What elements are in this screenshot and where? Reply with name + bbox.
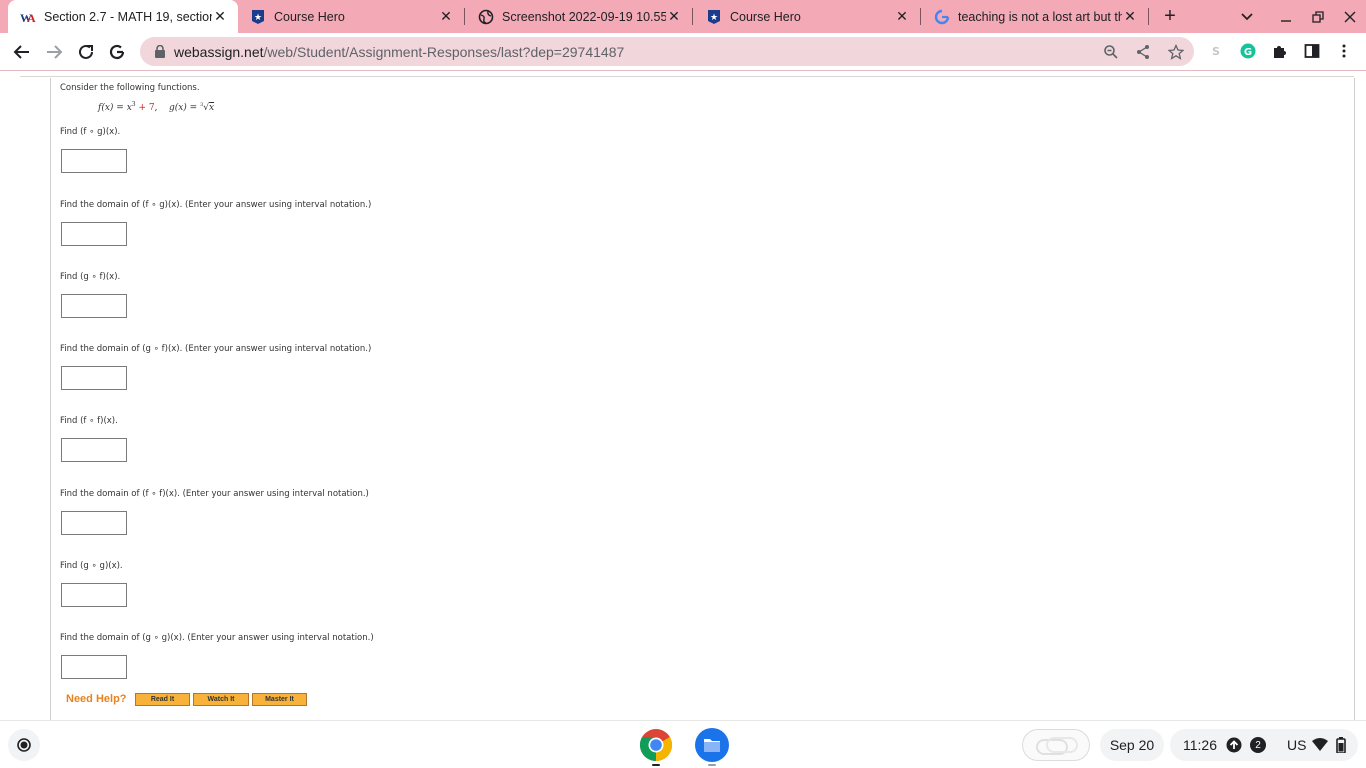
launcher-icon[interactable] (8, 729, 40, 761)
func-g: g(x) = (168, 103, 201, 113)
browser-toolbar: webassign.net/web/Student/Assignment-Res… (0, 33, 1366, 71)
tab-title: teaching is not a lost art but th (958, 9, 1122, 24)
answer-input-domain-g-of-f[interactable] (61, 366, 127, 390)
restore-icon[interactable] (1309, 8, 1327, 26)
prompt-g-of-f: Find (g ∘ f)(x). (60, 272, 121, 282)
tab-title: Screenshot 2022-09-19 10.55. (502, 9, 666, 24)
close-icon[interactable]: ✕ (1122, 8, 1138, 25)
battery-icon (1336, 737, 1346, 756)
tab-title: Course Hero (730, 9, 801, 24)
grammarly-icon[interactable]: G (1239, 42, 1257, 60)
zoom-icon[interactable] (1102, 43, 1120, 61)
tab-title: Course Hero (274, 9, 345, 24)
tab-strip: WA Section 2.7 - MATH 19, section ✕ ★ Co… (0, 0, 1366, 33)
prompt-domain-f-of-g: Find the domain of (f ∘ g)(x). (Enter yo… (60, 200, 372, 210)
question-panel (50, 78, 1355, 720)
running-indicator (708, 764, 716, 766)
new-tab-button[interactable]: + (1160, 6, 1180, 26)
bookmark-star-icon[interactable] (1167, 43, 1185, 61)
func-f-exponent: 3 (131, 101, 136, 108)
func-g-radicand: x (209, 103, 215, 113)
webassign-icon: WA (20, 9, 36, 25)
prompt-f-of-g: Find (f ∘ g)(x). (60, 127, 121, 137)
tab-coursehero-2[interactable]: ★ Course Hero ✕ (694, 0, 920, 33)
files-icon[interactable] (695, 728, 729, 762)
func-f-constant: + 7 (138, 103, 155, 113)
address-bar[interactable]: webassign.net/web/Student/Assignment-Res… (140, 37, 1194, 66)
master-it-button[interactable]: Master It (252, 693, 307, 706)
answer-input-g-of-g[interactable] (61, 583, 127, 607)
notification-count-badge: 2 (1250, 737, 1266, 753)
close-window-icon[interactable] (1341, 8, 1359, 26)
tab-coursehero-1[interactable]: ★ Course Hero ✕ (238, 0, 464, 33)
divider (20, 76, 1354, 77)
close-icon[interactable]: ✕ (666, 8, 682, 25)
coursehero-icon: ★ (250, 9, 266, 25)
google-icon (934, 9, 950, 25)
input-locale: US (1287, 737, 1307, 753)
holding-space-tray[interactable] (1022, 729, 1090, 761)
need-help-label: Need Help? (66, 693, 127, 705)
url-host: webassign.net (174, 44, 264, 60)
answer-input-domain-f-of-f[interactable] (61, 511, 127, 535)
google-g-icon[interactable] (106, 41, 128, 63)
function-definitions: f(x) = x3 + 7, g(x) = 3√x (98, 101, 215, 113)
prompt-domain-g-of-f: Find the domain of (g ∘ f)(x). (Enter yo… (60, 344, 372, 354)
chrome-icon[interactable] (639, 728, 673, 762)
answer-input-g-of-f[interactable] (61, 294, 127, 318)
minimize-icon[interactable] (1277, 8, 1295, 26)
question-intro: Consider the following functions. (60, 83, 200, 93)
forward-arrow-icon[interactable] (43, 41, 65, 63)
clock-time: 11:26 (1183, 737, 1217, 753)
close-icon[interactable]: ✕ (894, 8, 910, 25)
reload-icon[interactable] (75, 41, 97, 63)
tab-screenshot[interactable]: Screenshot 2022-09-19 10.55. ✕ (466, 0, 692, 33)
wifi-icon (1312, 738, 1328, 755)
s-extension-icon[interactable]: S (1207, 42, 1225, 60)
prompt-g-of-g: Find (g ∘ g)(x). (60, 561, 123, 571)
share-icon[interactable] (1134, 43, 1152, 61)
svg-text:G: G (1244, 47, 1252, 58)
prompt-domain-f-of-f: Find the domain of (f ∘ f)(x). (Enter yo… (60, 489, 369, 499)
read-it-button[interactable]: Read It (135, 693, 190, 706)
tab-separator (920, 8, 921, 25)
tab-webassign[interactable]: WA Section 2.7 - MATH 19, section ✕ (8, 0, 238, 33)
sidepanel-icon[interactable] (1303, 42, 1321, 60)
answer-input-domain-f-of-g[interactable] (61, 222, 127, 246)
tab-title: Section 2.7 - MATH 19, section (44, 9, 212, 24)
back-arrow-icon[interactable] (11, 41, 33, 63)
update-arrow-icon (1226, 737, 1242, 756)
globe-icon (478, 9, 494, 25)
close-icon[interactable]: ✕ (438, 8, 454, 25)
watch-it-button[interactable]: Watch It (193, 693, 249, 706)
answer-input-domain-g-of-g[interactable] (61, 655, 127, 679)
func-f: f(x) = x (98, 103, 132, 113)
svg-text:★: ★ (710, 13, 718, 23)
lock-icon[interactable] (154, 44, 166, 63)
tab-separator (1148, 8, 1149, 25)
system-shelf: Sep 20 11:26 2 US (0, 720, 1366, 768)
prompt-f-of-f: Find (f ∘ f)(x). (60, 416, 118, 426)
close-icon[interactable]: ✕ (212, 8, 228, 25)
url-path: /web/Student/Assignment-Responses/last?d… (263, 44, 625, 60)
prompt-domain-g-of-g: Find the domain of (g ∘ g)(x). (Enter yo… (60, 633, 374, 643)
svg-text:A: A (27, 11, 36, 25)
running-indicator (652, 764, 660, 766)
svg-text:S: S (1212, 45, 1220, 58)
puzzle-icon[interactable] (1271, 42, 1289, 60)
url-text[interactable]: webassign.net/web/Student/Assignment-Res… (174, 44, 624, 60)
tab-separator (464, 8, 465, 25)
answer-input-f-of-f[interactable] (61, 438, 127, 462)
kebab-menu-icon[interactable] (1335, 42, 1353, 60)
status-area[interactable]: 11:26 2 US (1170, 729, 1358, 761)
answer-input-f-of-g[interactable] (61, 149, 127, 173)
chevron-down-icon[interactable] (1238, 8, 1256, 26)
tab-separator (692, 8, 693, 25)
coursehero-icon: ★ (706, 9, 722, 25)
date-display[interactable]: Sep 20 (1100, 729, 1164, 761)
page-content: Consider the following functions. f(x) =… (0, 72, 1366, 720)
svg-text:★: ★ (254, 13, 262, 23)
tab-google-search[interactable]: teaching is not a lost art but th ✕ (922, 0, 1148, 33)
